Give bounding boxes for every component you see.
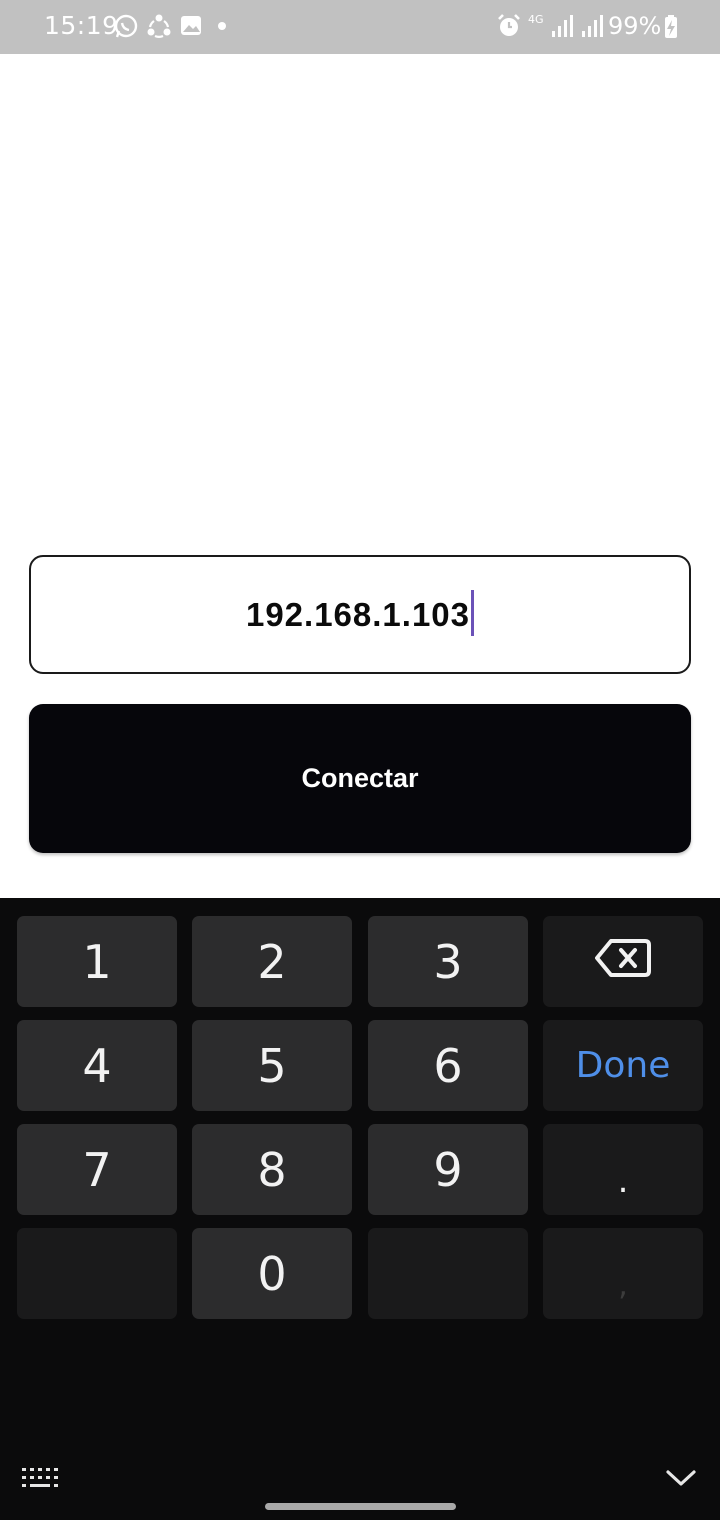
alarm-icon [496,13,522,44]
connect-button-label: Conectar [301,763,419,793]
status-time: 15:19 [44,11,119,40]
key-0[interactable]: 0 [192,1228,352,1319]
text-cursor [471,589,475,636]
network-type-icon: 4G [528,13,544,26]
notification-dot [218,22,226,30]
backspace-icon [594,935,652,989]
battery-percentage: 99% [608,12,662,40]
chevron-down-icon[interactable] [665,1468,697,1493]
navigation-handle[interactable] [265,1503,456,1510]
period-key[interactable]: . [543,1124,703,1215]
signal-icon [580,13,606,44]
key-6[interactable]: 6 [368,1020,528,1111]
connect-button[interactable]: Conectar [29,704,691,853]
key-1[interactable]: 1 [17,916,177,1007]
key-9[interactable]: 9 [368,1124,528,1215]
whatsapp-icon [113,13,139,44]
keyboard-menu-icon[interactable] [22,1468,58,1495]
backspace-key[interactable] [543,916,703,1007]
key-8[interactable]: 8 [192,1124,352,1215]
sync-icon [146,13,172,44]
empty-key-right [368,1228,528,1319]
comma-key: , [543,1228,703,1319]
key-7[interactable]: 7 [17,1124,177,1215]
done-key[interactable]: Done [543,1020,703,1111]
ip-address-input[interactable]: 192.168.1.103 [29,555,691,674]
battery-charging-icon [664,15,678,44]
empty-key-left [17,1228,177,1319]
signal-icon [550,13,576,44]
key-3[interactable]: 3 [368,916,528,1007]
numeric-keyboard: 1 2 3 4 5 6 Done 7 8 9 . 0 , [0,898,720,1520]
ip-address-value: 192.168.1.103 [245,595,471,633]
status-bar: 15:19 4G 99% [0,0,720,54]
key-5[interactable]: 5 [192,1020,352,1111]
key-4[interactable]: 4 [17,1020,177,1111]
gallery-icon [180,13,202,42]
key-2[interactable]: 2 [192,916,352,1007]
